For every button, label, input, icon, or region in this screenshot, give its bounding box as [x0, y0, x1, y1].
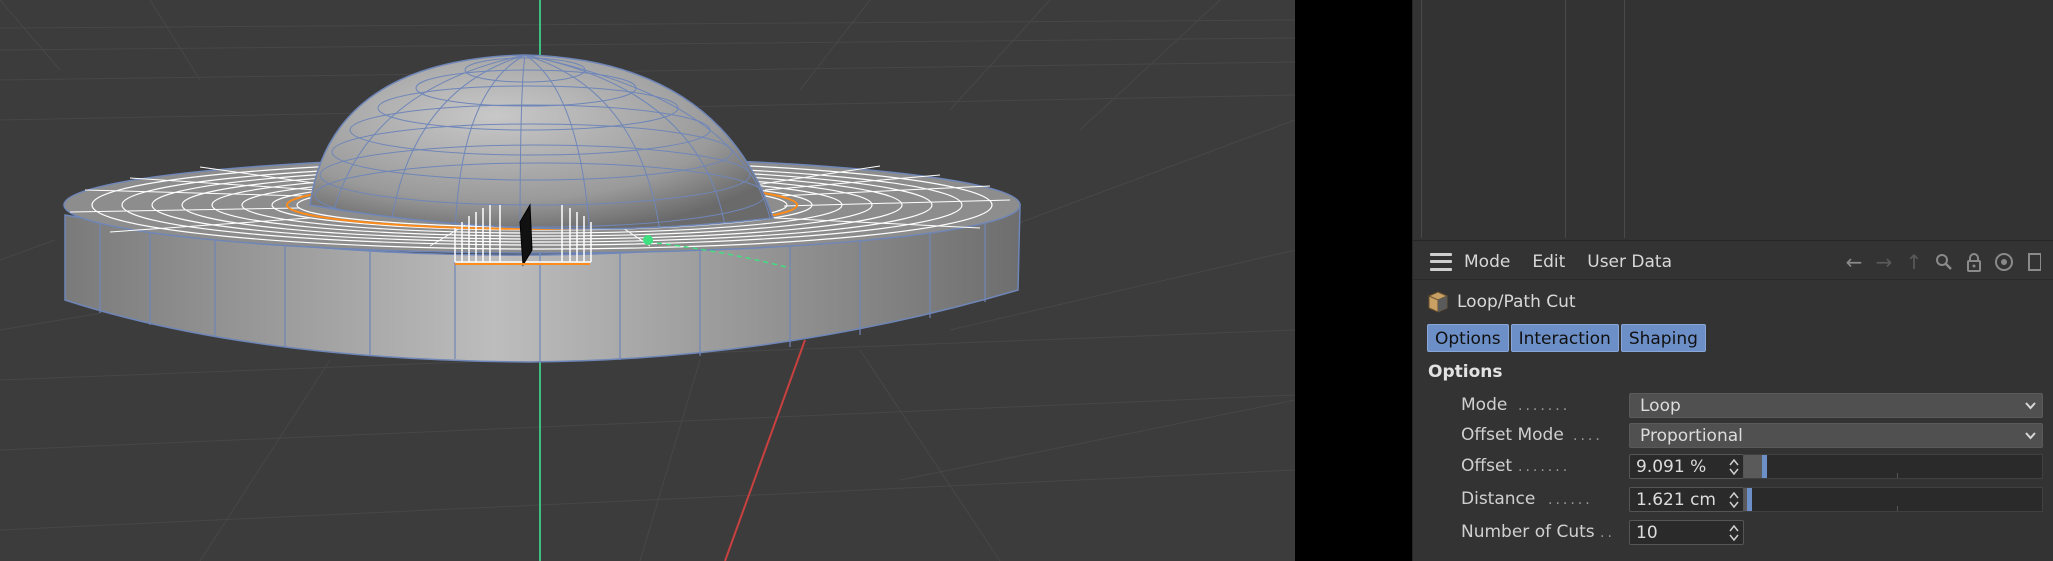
offset-mode-dropdown[interactable]: Proportional: [1629, 423, 2043, 448]
section-title: Options: [1428, 362, 1503, 382]
tool-title-row: Loop/Path Cut: [1427, 288, 1576, 316]
viewport-separator: [1295, 0, 1412, 561]
menu-mode[interactable]: Mode: [1464, 252, 1510, 272]
param-row-offset-mode: Offset Mode .... Proportional: [1413, 422, 2053, 450]
tab-shaping[interactable]: Shaping: [1620, 324, 1706, 352]
param-label-mode: Mode: [1461, 395, 1508, 415]
slider-handle[interactable]: [1762, 455, 1767, 478]
number-of-cuts-input[interactable]: 10: [1629, 520, 1744, 545]
param-label-offset: Offset: [1461, 456, 1513, 476]
chevron-down-icon: [2025, 432, 2036, 440]
stepper-icon[interactable]: [1729, 491, 1739, 509]
offset-value: 9.091 %: [1636, 457, 1707, 477]
column-divider[interactable]: [1624, 0, 1625, 238]
mode-value: Loop: [1640, 396, 1681, 416]
param-row-distance: Distance ...... 1.621 cm: [1413, 486, 2053, 514]
label-leader-dots: ......: [1548, 492, 1593, 508]
label-leader-dots: .......: [1518, 398, 1571, 414]
object-manager[interactable]: [1413, 0, 2053, 241]
hamburger-icon[interactable]: [1430, 252, 1452, 271]
stepper-icon[interactable]: [1729, 524, 1739, 542]
param-label-offset-mode: Offset Mode: [1461, 425, 1564, 445]
label-leader-dots: ..: [1600, 525, 1615, 541]
param-label-distance: Distance: [1461, 489, 1536, 509]
label-leader-dots: .......: [1518, 459, 1571, 475]
cube-icon: [1428, 291, 1448, 313]
number-of-cuts-value: 10: [1636, 523, 1658, 543]
slider-tick: [1897, 473, 1898, 478]
search-icon[interactable]: [1932, 250, 1956, 274]
distance-value: 1.621 cm: [1636, 490, 1716, 510]
up-arrow-icon[interactable]: ↑: [1902, 250, 1926, 274]
menu-user-data[interactable]: User Data: [1587, 252, 1672, 272]
param-row-mode: Mode ....... Loop: [1413, 392, 2053, 420]
lock-icon[interactable]: [1962, 250, 1986, 274]
tool-title: Loop/Path Cut: [1457, 292, 1576, 312]
attribute-nav-toolbar: ← → ↑: [1842, 250, 2046, 274]
tool-tabs: Options Interaction Shaping: [1427, 324, 1706, 352]
right-panel: Mode Edit User Data ← → ↑ Loop/Path Cut …: [1412, 0, 2053, 561]
tab-interaction[interactable]: Interaction: [1510, 324, 1619, 352]
tab-options[interactable]: Options: [1427, 324, 1509, 352]
param-row-number-of-cuts: Number of Cuts .. 10: [1413, 519, 2053, 547]
param-row-offset: Offset ....... 9.091 %: [1413, 453, 2053, 481]
slider-tick: [1897, 506, 1898, 511]
distance-input[interactable]: 1.621 cm: [1629, 487, 1744, 512]
viewport-scene: [0, 0, 1295, 561]
mode-dropdown[interactable]: Loop: [1629, 393, 2043, 418]
menu-edit[interactable]: Edit: [1532, 252, 1565, 272]
forward-arrow-icon[interactable]: →: [1872, 250, 1896, 274]
3d-viewport[interactable]: [0, 0, 1295, 561]
slider-handle[interactable]: [1747, 488, 1752, 511]
chevron-down-icon: [2025, 402, 2036, 410]
offset-input[interactable]: 9.091 %: [1629, 454, 1744, 479]
column-divider[interactable]: [1565, 0, 1566, 238]
x-axis-line: [724, 339, 806, 561]
new-window-icon[interactable]: [2022, 250, 2046, 274]
attribute-manager: Mode Edit User Data ← → ↑ Loop/Path Cut …: [1413, 244, 2053, 561]
object-list-area[interactable]: [1421, 0, 2053, 238]
stepper-icon[interactable]: [1729, 458, 1739, 476]
offset-mode-value: Proportional: [1640, 426, 1743, 446]
label-leader-dots: ....: [1573, 428, 1603, 444]
back-arrow-icon[interactable]: ←: [1842, 250, 1866, 274]
offset-slider[interactable]: [1744, 454, 2043, 479]
attribute-menubar: Mode Edit User Data ← → ↑: [1413, 244, 2053, 280]
param-label-number-of-cuts: Number of Cuts: [1461, 522, 1595, 542]
target-icon[interactable]: [1992, 250, 2016, 274]
slider-fill: [1744, 455, 1762, 478]
distance-slider[interactable]: [1744, 487, 2043, 512]
